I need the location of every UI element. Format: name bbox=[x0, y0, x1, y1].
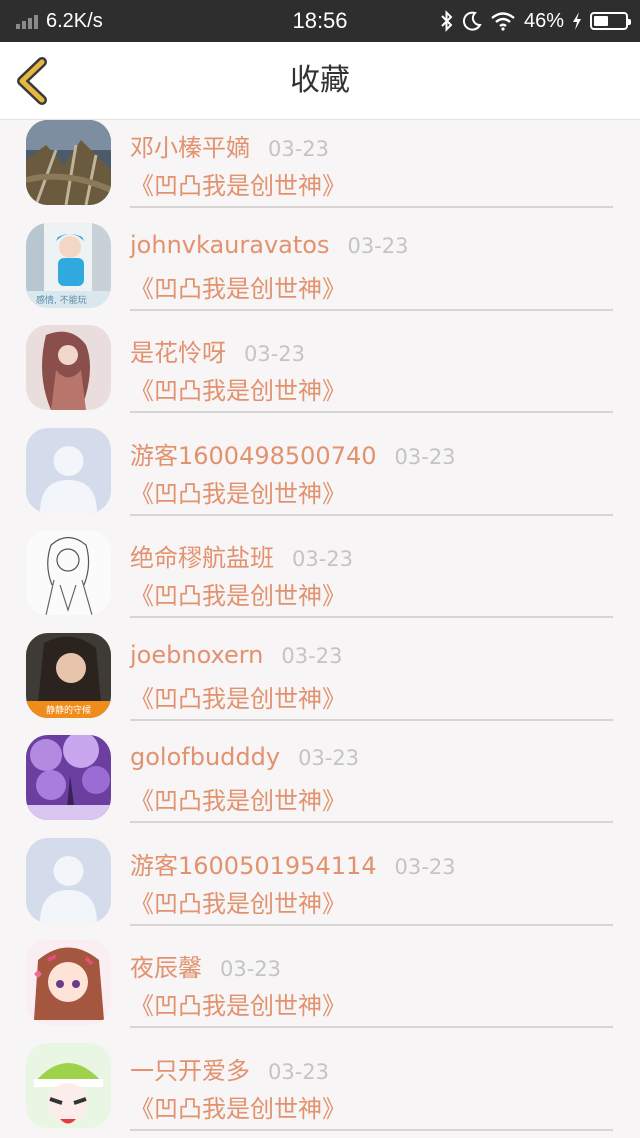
back-button[interactable] bbox=[12, 56, 60, 106]
status-left: 6.2K/s bbox=[16, 10, 103, 33]
list-item[interactable]: 游客1600501954114 03-23 《凹凸我是创世神》 bbox=[0, 837, 640, 941]
book-title[interactable]: 《凹凸我是创世神》 bbox=[130, 474, 346, 509]
date: 03-23 bbox=[220, 957, 282, 981]
book-title[interactable]: 《凹凸我是创世神》 bbox=[130, 371, 346, 406]
username[interactable]: 一只开爱多 bbox=[130, 1051, 250, 1086]
date: 03-23 bbox=[281, 643, 343, 668]
status-bar: 6.2K/s 18:56 46% bbox=[0, 0, 640, 42]
book-title[interactable]: 《凹凸我是创世神》 bbox=[130, 166, 346, 201]
date: 03-23 bbox=[347, 233, 409, 258]
list-item[interactable]: 夜辰馨 03-23 《凹凸我是创世神》 bbox=[0, 940, 640, 1043]
username[interactable]: johnvkauravatos bbox=[130, 231, 329, 259]
book-title[interactable]: 《凹凸我是创世神》 bbox=[130, 679, 346, 714]
bluetooth-icon bbox=[441, 10, 453, 32]
list-item[interactable]: 绝命穋航盐班 03-23 《凹凸我是创世神》 bbox=[0, 530, 640, 633]
book-title[interactable]: 《凹凸我是创世神》 bbox=[130, 269, 346, 304]
date: 03-23 bbox=[292, 547, 354, 571]
list-item[interactable]: 一只开爱多 03-23 《凹凸我是创世神》 bbox=[0, 1042, 640, 1138]
signal-icon bbox=[16, 13, 38, 29]
item-content: 游客1600501954114 03-23 《凹凸我是创世神》 bbox=[130, 838, 613, 926]
nav-bar: 收藏 bbox=[0, 42, 640, 120]
username[interactable]: 邓小榛平嫡 bbox=[130, 128, 250, 163]
item-content: 是花怜呀 03-23 《凹凸我是创世神》 bbox=[130, 325, 613, 413]
list-item[interactable]: golofbudddy 03-23 《凹凸我是创世神》 bbox=[0, 735, 640, 838]
date: 03-23 bbox=[268, 137, 330, 161]
item-content: 邓小榛平嫡 03-23 《凹凸我是创世神》 bbox=[130, 120, 613, 208]
chevron-left-icon bbox=[17, 57, 47, 105]
book-title[interactable]: 《凹凸我是创世神》 bbox=[130, 884, 346, 919]
wifi-icon bbox=[491, 12, 515, 31]
book-title[interactable]: 《凹凸我是创世神》 bbox=[130, 986, 346, 1021]
avatar[interactable] bbox=[26, 530, 111, 615]
charging-icon bbox=[573, 12, 581, 30]
svg-text:感情, 不能玩: 感情, 不能玩 bbox=[36, 294, 87, 306]
username[interactable]: 游客1600498500740 bbox=[130, 436, 377, 471]
book-title[interactable]: 《凹凸我是创世神》 bbox=[130, 781, 346, 816]
list-item[interactable]: 感情, 不能玩 johnvkauravatos 03-23 《凹凸我是创世神》 bbox=[0, 222, 640, 326]
item-content: 游客1600498500740 03-23 《凹凸我是创世神》 bbox=[130, 428, 613, 516]
date: 03-23 bbox=[268, 1059, 330, 1084]
avatar[interactable]: 感情, 不能玩 bbox=[26, 222, 111, 308]
battery-percent: 46% bbox=[523, 9, 564, 32]
username[interactable]: golofbudddy bbox=[130, 743, 280, 771]
svg-text:静静的守候: 静静的守候 bbox=[46, 704, 91, 716]
avatar[interactable] bbox=[26, 427, 111, 513]
avatar[interactable] bbox=[26, 837, 111, 923]
item-content: 绝命穋航盐班 03-23 《凹凸我是创世神》 bbox=[130, 530, 613, 618]
book-title[interactable]: 《凹凸我是创世神》 bbox=[130, 1089, 346, 1124]
battery-icon bbox=[590, 12, 631, 30]
item-content: joebnoxern 03-23 《凹凸我是创世神》 bbox=[130, 633, 613, 721]
avatar[interactable] bbox=[26, 940, 111, 1025]
date: 03-23 bbox=[244, 342, 306, 366]
avatar[interactable] bbox=[26, 120, 111, 205]
avatar[interactable]: 静静的守候 bbox=[26, 632, 111, 718]
date: 03-23 bbox=[298, 746, 360, 770]
list-item[interactable]: 游客1600498500740 03-23 《凹凸我是创世神》 bbox=[0, 427, 640, 531]
battery-fill bbox=[594, 16, 608, 26]
favorites-list: 邓小榛平嫡 03-23 《凹凸我是创世神》 感情, 不能玩 johnvkaura… bbox=[0, 120, 640, 1138]
book-title[interactable]: 《凹凸我是创世神》 bbox=[130, 576, 346, 611]
item-content: 夜辰馨 03-23 《凹凸我是创世神》 bbox=[130, 940, 613, 1028]
item-content: golofbudddy 03-23 《凹凸我是创世神》 bbox=[130, 735, 613, 823]
list-item[interactable]: 邓小榛平嫡 03-23 《凹凸我是创世神》 bbox=[0, 120, 640, 223]
date: 03-23 bbox=[394, 444, 456, 469]
item-content: johnvkauravatos 03-23 《凹凸我是创世神》 bbox=[130, 223, 613, 311]
avatar[interactable] bbox=[26, 735, 111, 820]
network-speed: 6.2K/s bbox=[46, 9, 103, 32]
page-title: 收藏 bbox=[290, 63, 350, 98]
username[interactable]: joebnoxern bbox=[130, 641, 263, 669]
username[interactable]: 绝命穋航盐班 bbox=[130, 538, 274, 573]
date: 03-23 bbox=[394, 854, 456, 879]
status-right: 46% bbox=[440, 9, 631, 33]
username[interactable]: 游客1600501954114 bbox=[130, 846, 377, 881]
username[interactable]: 是花怜呀 bbox=[130, 333, 226, 368]
list-item[interactable]: 是花怜呀 03-23 《凹凸我是创世神》 bbox=[0, 325, 640, 428]
list-item[interactable]: 静静的守候 joebnoxern 03-23 《凹凸我是创世神》 bbox=[0, 632, 640, 736]
moon-icon bbox=[462, 11, 482, 31]
avatar[interactable] bbox=[26, 1042, 111, 1128]
item-content: 一只开爱多 03-23 《凹凸我是创世神》 bbox=[130, 1043, 613, 1131]
avatar[interactable] bbox=[26, 325, 111, 410]
username[interactable]: 夜辰馨 bbox=[130, 948, 202, 983]
